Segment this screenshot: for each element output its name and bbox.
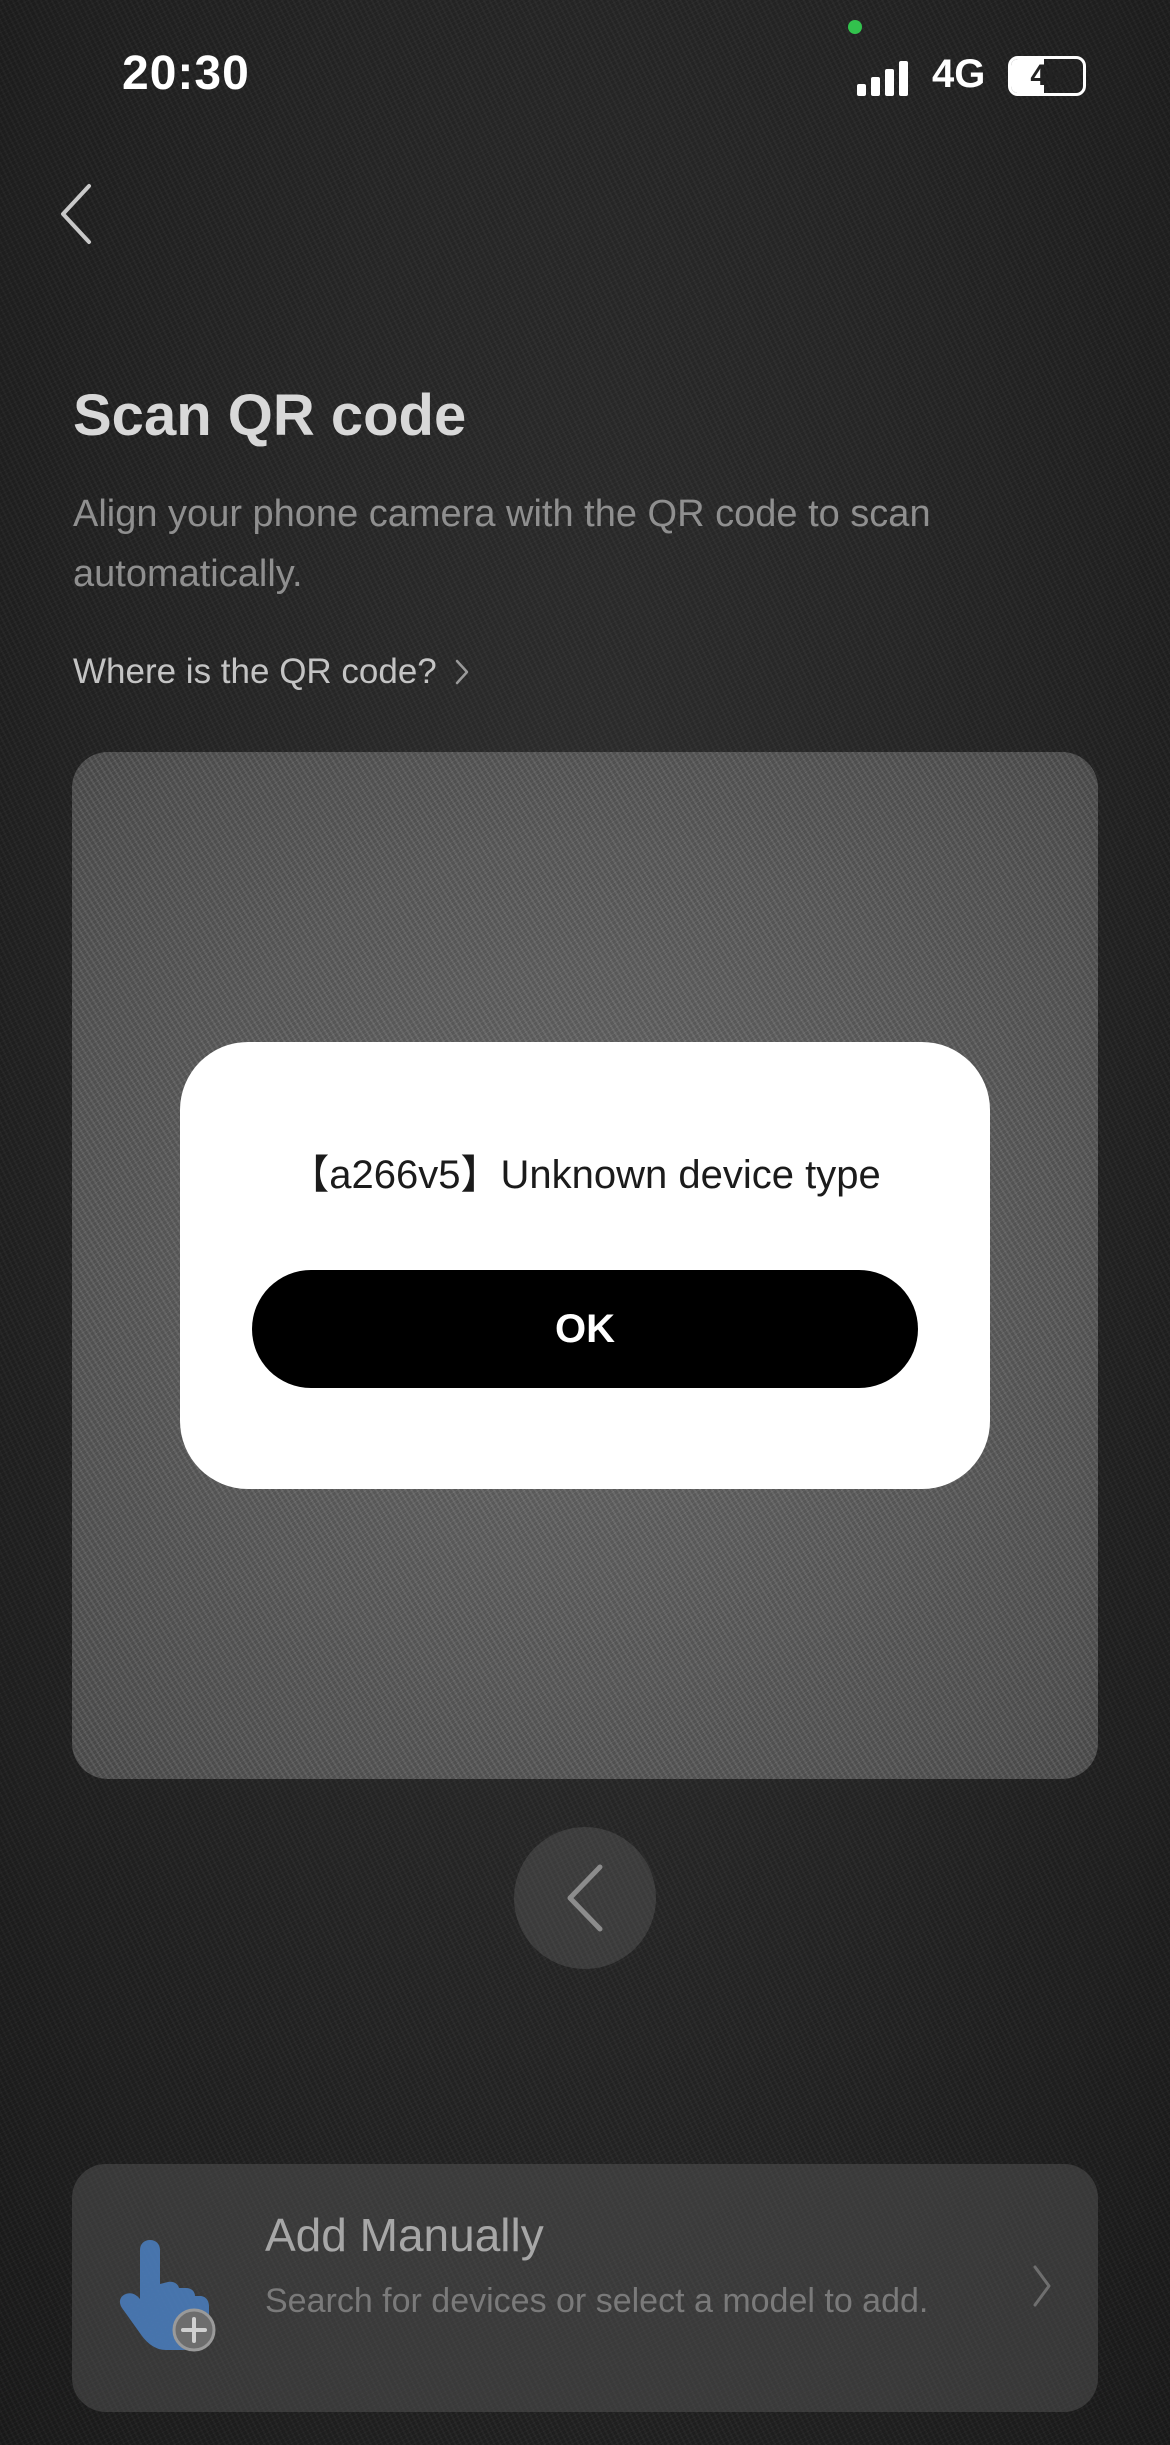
hand-tap-plus-icon xyxy=(119,2240,216,2352)
add-manually-description: Search for devices or select a model to … xyxy=(265,2282,929,2320)
previous-button[interactable] xyxy=(514,1827,656,1969)
network-type: 4G xyxy=(932,52,986,96)
cellular-signal-icon xyxy=(857,61,908,96)
page-title: Scan QR code xyxy=(73,383,467,448)
ok-button[interactable]: OK xyxy=(252,1270,918,1388)
dialog-message: 【a266v5】Unknown device type xyxy=(289,1153,881,1197)
page-subtitle: Align your phone camera with the QR code… xyxy=(73,493,931,595)
add-manually-card[interactable]: Add Manually Search for devices or selec… xyxy=(72,2164,1098,2412)
back-button[interactable] xyxy=(46,174,106,254)
add-manually-title: Add Manually xyxy=(265,2209,544,2261)
status-bar: 20:30 4G 46 xyxy=(0,0,1170,140)
chevron-right-icon xyxy=(1033,2265,1051,2307)
chevron-left-icon xyxy=(61,184,91,244)
where-is-qr-code-link[interactable]: Where is the QR code? xyxy=(73,652,469,692)
battery-icon: 46 xyxy=(1008,56,1086,96)
chevron-right-icon xyxy=(455,659,469,685)
battery-level: 46 xyxy=(1030,59,1064,92)
chevron-left-icon xyxy=(567,1864,603,1932)
alert-dialog: 【a266v5】Unknown device type OK xyxy=(180,1042,990,1489)
help-link-label: Where is the QR code? xyxy=(73,652,437,691)
camera-in-use-indicator xyxy=(848,20,862,34)
status-time: 20:30 xyxy=(122,47,250,100)
